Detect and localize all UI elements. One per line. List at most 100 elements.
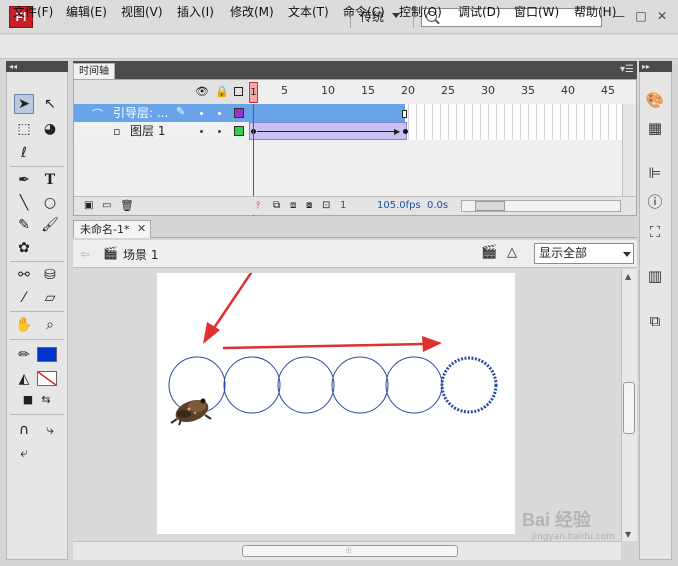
smooth-icon[interactable]: ⤷ (40, 420, 60, 440)
stage[interactable] (157, 269, 515, 534)
guide-circle[interactable] (331, 356, 389, 414)
tools-panel-collapse-icon[interactable]: ◂◂ (6, 61, 68, 72)
doc-tab-strip (73, 237, 637, 238)
layer-icon: ▫ (113, 125, 121, 138)
timeline-hscroll-thumb[interactable] (475, 201, 505, 211)
tools-divider (10, 414, 64, 415)
edit-scene-icon[interactable]: 🎬 (481, 245, 497, 260)
stage-vscroll-thumb[interactable] (623, 382, 635, 434)
stroke-color-fill (38, 348, 56, 361)
swatches-grid-icon[interactable]: ▦ (645, 118, 665, 138)
delete-layer-icon[interactable]: 🗑 (120, 199, 134, 212)
layer-color-swatch[interactable] (234, 108, 244, 118)
scroll-up-icon[interactable]: ▲ (625, 272, 631, 281)
keyframe-end[interactable] (403, 129, 408, 134)
3d-rotation-tool-icon[interactable]: ◕ (40, 119, 60, 139)
edit-multiple-icon[interactable]: ⧇ (306, 200, 312, 211)
close-tab-icon[interactable]: ✕ (137, 222, 146, 235)
timeline-vscroll[interactable] (622, 104, 635, 196)
onion-outline-icon[interactable]: ⧈ (290, 200, 296, 211)
center-frame-icon[interactable]: ⫯ (256, 200, 260, 211)
menu-modify[interactable]: 修改(M) (230, 4, 274, 20)
maximize-button[interactable]: □ (634, 9, 648, 23)
guide-frames[interactable] (249, 104, 405, 122)
elapsed-time: 0.0s (427, 200, 449, 211)
lock-dot[interactable] (218, 130, 221, 133)
menu-control[interactable]: 控制(O) (399, 4, 442, 20)
menu-text[interactable]: 文本(T) (288, 4, 329, 20)
layer-name[interactable]: 引导层: ... (113, 104, 168, 122)
guide-circle[interactable] (385, 356, 443, 414)
lasso-tool-icon[interactable]: ℓ (14, 143, 34, 163)
line-tool-icon[interactable]: ╲ (14, 193, 34, 213)
onion-markers-icon[interactable]: ⊡ (322, 200, 330, 211)
deco-tool-icon[interactable]: ✿ (14, 238, 34, 258)
edit-symbols-icon[interactable]: △ (507, 245, 517, 260)
pen-tool-icon[interactable]: ✒ (14, 170, 34, 190)
components-icon[interactable]: ⧉ (645, 311, 665, 331)
tools-divider (10, 166, 64, 167)
visibility-dot[interactable] (200, 130, 203, 133)
eyedropper-tool-icon[interactable]: ⁄ (14, 288, 34, 308)
scroll-down-icon[interactable]: ▼ (625, 530, 631, 539)
straighten-icon[interactable]: ⤶ (14, 443, 34, 463)
eraser-tool-icon[interactable]: ▱ (40, 288, 60, 308)
guide-circle[interactable] (277, 356, 335, 414)
menu-help[interactable]: 帮助(H) (574, 4, 616, 20)
dock-collapse-icon[interactable]: ▸▸ (639, 61, 672, 72)
subselection-tool-icon[interactable]: ↖ (40, 94, 60, 114)
free-transform-tool-icon[interactable]: ⬚ (14, 119, 34, 139)
onion-skin-icon[interactable]: ⧉ (273, 200, 280, 211)
eye-icon[interactable]: 👁 (195, 85, 209, 98)
oval-tool-icon[interactable]: ○ (40, 193, 60, 213)
snap-magnet-icon[interactable]: ∩ (14, 420, 34, 440)
frog-image[interactable] (170, 396, 212, 426)
back-arrow-icon[interactable]: ⇦ (80, 247, 90, 261)
stroke-color-swatch[interactable] (37, 347, 57, 362)
layer-color-swatch[interactable] (234, 126, 244, 136)
close-button[interactable]: ✕ (655, 9, 669, 23)
scene-clapper-icon: 🎬 (103, 246, 118, 260)
info-icon[interactable]: ⓘ (645, 192, 665, 212)
lock-dot[interactable] (218, 112, 221, 115)
outline-icon[interactable] (234, 87, 243, 96)
menu-view[interactable]: 视图(V) (121, 4, 163, 20)
swap-colors-icon[interactable]: ⇆ (36, 390, 56, 410)
playhead[interactable]: 1 (249, 82, 258, 103)
menu-edit[interactable]: 编辑(E) (66, 4, 107, 20)
current-frame[interactable]: 1 (340, 200, 346, 211)
frame-number: 20 (401, 84, 415, 97)
chevron-down-icon[interactable] (623, 252, 631, 257)
transform-icon[interactable]: ⛶ (645, 222, 665, 242)
tab-timeline[interactable]: 时间轴 (73, 63, 115, 79)
timeline-header-bar (73, 61, 637, 79)
new-layer-icon[interactable]: ▣ (84, 200, 93, 211)
paint-bucket-tool-icon[interactable]: ⛁ (40, 265, 60, 285)
bone-tool-icon[interactable]: ⚯ (14, 265, 34, 285)
menu-window[interactable]: 窗口(W) (514, 4, 559, 20)
menu-insert[interactable]: 插入(I) (177, 4, 214, 20)
brush-tool-icon[interactable]: 🖌 (40, 215, 60, 235)
text-tool-icon[interactable]: T (40, 170, 60, 190)
menu-file[interactable]: 文件(F) (13, 4, 53, 20)
pencil-tool-icon[interactable]: ✎ (14, 215, 34, 235)
visibility-dot[interactable] (200, 112, 203, 115)
new-folder-icon[interactable]: ▭ (102, 200, 111, 211)
selection-tool-icon[interactable]: ➤ (14, 94, 34, 114)
frame-rate[interactable]: 105.0fps (377, 200, 421, 211)
library-icon[interactable]: ▥ (645, 266, 665, 286)
color-palette-icon[interactable]: 🎨 (645, 90, 665, 110)
selected-guide-circle[interactable] (440, 356, 498, 414)
menu-command[interactable]: 命令(C) (343, 4, 385, 20)
hand-tool-icon[interactable]: ✋ (14, 315, 34, 335)
black-white-icon[interactable]: ■ (18, 390, 38, 410)
lock-icon[interactable]: 🔒 (215, 85, 229, 98)
layer-name[interactable]: 图层 1 (130, 122, 165, 140)
menu-debug[interactable]: 调试(D) (458, 4, 501, 20)
zoom-tool-icon[interactable]: ⌕ (40, 315, 60, 335)
fill-color-swatch[interactable] (37, 371, 57, 386)
guide-circle[interactable] (223, 356, 281, 414)
panel-menu-icon[interactable]: ▾☰ (620, 64, 634, 75)
zoom-dropdown[interactable]: 显示全部 (534, 243, 634, 264)
align-icon[interactable]: ⊫ (645, 163, 665, 183)
